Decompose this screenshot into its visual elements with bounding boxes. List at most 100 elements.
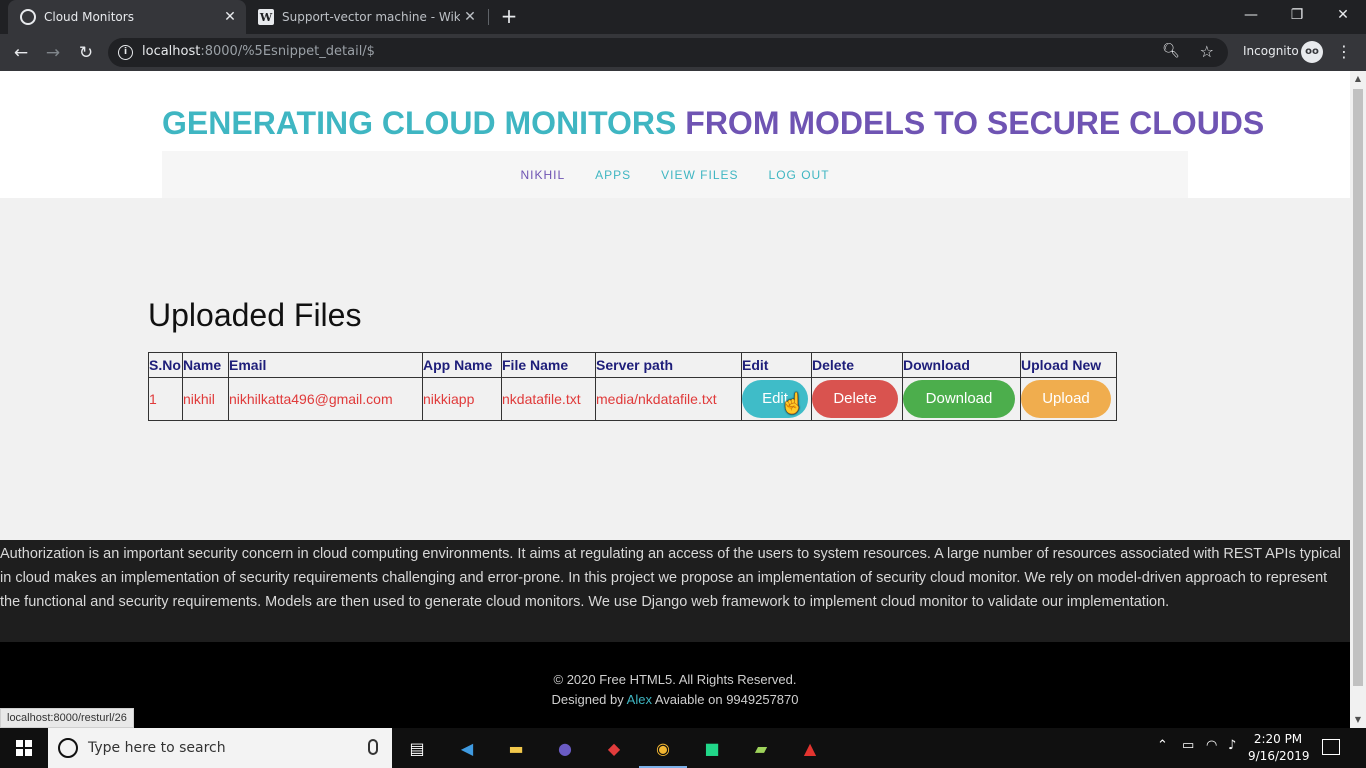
scrollbar-thumb[interactable] [1353, 89, 1363, 686]
table-row: 1 nikhil nikhilkatta496@gmail.com nikkia… [148, 377, 1117, 421]
wikipedia-icon: W [258, 9, 274, 25]
delete-button[interactable]: Delete [812, 380, 898, 418]
action-center-icon[interactable] [1322, 739, 1340, 755]
site-title-part1: GENERATING CLOUD MONITORS [162, 105, 677, 141]
close-window-button[interactable]: ✕ [1320, 0, 1366, 30]
restore-button[interactable]: ❐ [1274, 0, 1320, 30]
site-footer: © 2020 Free HTML5. All Rights Reserved. … [0, 642, 1350, 728]
uploaded-files-table: S.No Name Email App Name File Name Serve… [148, 352, 1117, 421]
nav-item-user[interactable]: NIKHIL [520, 168, 565, 182]
site-title[interactable]: GENERATING CLOUD MONITORS FROM MODELS TO… [162, 105, 1264, 142]
system-clock[interactable]: 2:20 PM 9/16/2019 [1248, 731, 1310, 765]
file-explorer-icon[interactable]: ▬ [502, 734, 530, 762]
close-tab-icon[interactable]: ✕ [220, 9, 240, 25]
table-header-row: S.No Name Email App Name File Name Serve… [148, 352, 1117, 378]
column-header-server-path: Server path [595, 352, 742, 378]
clock-time: 2:20 PM [1253, 732, 1303, 746]
tab-cloud-monitors[interactable]: Cloud Monitors ✕ [8, 0, 246, 34]
footer-designed-by: Designed by [551, 692, 624, 707]
cortana-icon [58, 738, 78, 758]
footer-author-link[interactable]: Alex [627, 692, 652, 707]
taskbar-search[interactable]: Type here to search [48, 728, 392, 768]
cell-name: nikhil [182, 377, 229, 421]
column-header-download: Download [902, 352, 1021, 378]
cell-file-name: nkdatafile.txt [501, 377, 596, 421]
site-header: GENERATING CLOUD MONITORS FROM MODELS TO… [0, 71, 1350, 198]
nav-item-view-files[interactable]: VIEW FILES [661, 168, 738, 182]
site-title-part2: FROM MODELS TO SECURE CLOUDS [685, 105, 1265, 141]
incognito-icon[interactable]: oo [1301, 41, 1323, 63]
nav-item-log-out[interactable]: LOG OUT [769, 168, 830, 182]
close-tab-icon[interactable]: ✕ [460, 9, 480, 25]
notepad-icon[interactable]: ▰ [747, 734, 775, 762]
page-title: Uploaded Files [148, 297, 362, 333]
minimize-button[interactable]: — [1228, 0, 1274, 30]
info-icon[interactable]: i [118, 45, 133, 60]
scroll-up-icon[interactable]: ▲ [1350, 71, 1366, 87]
battery-icon[interactable]: ▭ [1182, 738, 1194, 753]
nav-item-apps[interactable]: APPS [595, 168, 631, 182]
windows-logo-icon [16, 740, 32, 756]
column-header-file-name: File Name [501, 352, 596, 378]
tab-title: Cloud Monitors [44, 10, 134, 24]
acrobat-icon[interactable]: ▲ [796, 734, 824, 762]
column-header-sno: S.No [148, 352, 183, 378]
search-placeholder: Type here to search [88, 740, 226, 756]
microphone-icon[interactable] [368, 739, 378, 755]
start-button[interactable] [0, 728, 48, 768]
new-tab-button[interactable]: + [498, 5, 520, 27]
clock-date: 9/16/2019 [1248, 749, 1310, 763]
column-header-app-name: App Name [422, 352, 502, 378]
footer-available: Avaiable on 9949257870 [654, 692, 799, 707]
cell-server-path: media/nkdatafile.txt [595, 377, 742, 421]
footer-credits: Designed by Alex Avaiable on 9949257870 [0, 692, 1350, 707]
column-header-delete: Delete [811, 352, 903, 378]
cell-delete: Delete [811, 377, 903, 421]
cell-download: Download [902, 377, 1021, 421]
footer-copyright: © 2020 Free HTML5. All Rights Reserved. [553, 672, 797, 687]
download-button[interactable]: Download [903, 380, 1015, 418]
chrome-icon[interactable]: ◉ [639, 734, 687, 768]
forward-button[interactable]: → [42, 42, 64, 64]
hand-cursor-icon: ☝ [780, 393, 805, 415]
wifi-icon[interactable]: ◠ [1206, 738, 1217, 753]
app-red-icon[interactable]: ◆ [600, 734, 628, 762]
about-section: Authorization is an important security c… [0, 540, 1350, 642]
tab-title: Support-vector machine - Wikipe [282, 10, 460, 24]
bookmark-star-icon[interactable]: ☆ [1200, 42, 1214, 61]
main-nav: NIKHIL APPS VIEW FILES LOG OUT [162, 151, 1188, 198]
column-header-name: Name [182, 352, 229, 378]
browser-toolbar: ← → ↻ i localhost:8000/%5Esnippet_detail… [0, 34, 1366, 71]
back-button[interactable]: ← [10, 42, 32, 64]
volume-icon[interactable]: ♪ [1228, 738, 1236, 753]
scroll-down-icon[interactable]: ▼ [1350, 712, 1366, 728]
upload-button[interactable]: Upload [1021, 380, 1111, 418]
cell-upload: Upload [1020, 377, 1117, 421]
pycharm-icon[interactable]: ■ [698, 734, 726, 762]
cell-email: nikhilkatta496@gmail.com [228, 377, 423, 421]
column-header-email: Email [228, 352, 423, 378]
task-view-icon[interactable]: ▤ [403, 734, 431, 762]
link-status-bar: localhost:8000/resturl/26 [0, 708, 134, 728]
incognito-label: Incognito [1243, 44, 1299, 58]
vscode-icon[interactable]: ◀ [453, 734, 481, 762]
browser-menu-icon[interactable]: ⋮ [1336, 42, 1352, 61]
windows-taskbar: Type here to search ▤ ◀ ▬ ● ◆ ◉ ■ ▰ ▲ ⌃ … [0, 728, 1366, 768]
globe-icon [20, 9, 36, 25]
address-bar[interactable]: i localhost:8000/%5Esnippet_detail/$ 🔍︎ … [108, 38, 1228, 67]
page-viewport: GENERATING CLOUD MONITORS FROM MODELS TO… [0, 71, 1350, 728]
url-host: localhost [142, 44, 201, 59]
reload-button[interactable]: ↻ [75, 42, 97, 64]
eclipse-icon[interactable]: ● [551, 734, 579, 762]
url-path: :8000/%5Esnippet_detail/$ [200, 44, 375, 59]
column-header-edit: Edit [741, 352, 812, 378]
cell-sno: 1 [148, 377, 183, 421]
about-text: Authorization is an important security c… [0, 546, 1341, 610]
cell-app-name: nikkiapp [422, 377, 502, 421]
tab-wikipedia[interactable]: W Support-vector machine - Wikipe ✕ [248, 0, 486, 34]
zoom-icon[interactable]: 🔍︎ [1162, 43, 1180, 59]
page-scrollbar[interactable]: ▲ ▼ [1350, 71, 1366, 728]
tab-divider [488, 9, 489, 25]
url-text[interactable]: localhost:8000/%5Esnippet_detail/$ [142, 44, 375, 59]
show-hidden-icons[interactable]: ⌃ [1157, 738, 1168, 753]
